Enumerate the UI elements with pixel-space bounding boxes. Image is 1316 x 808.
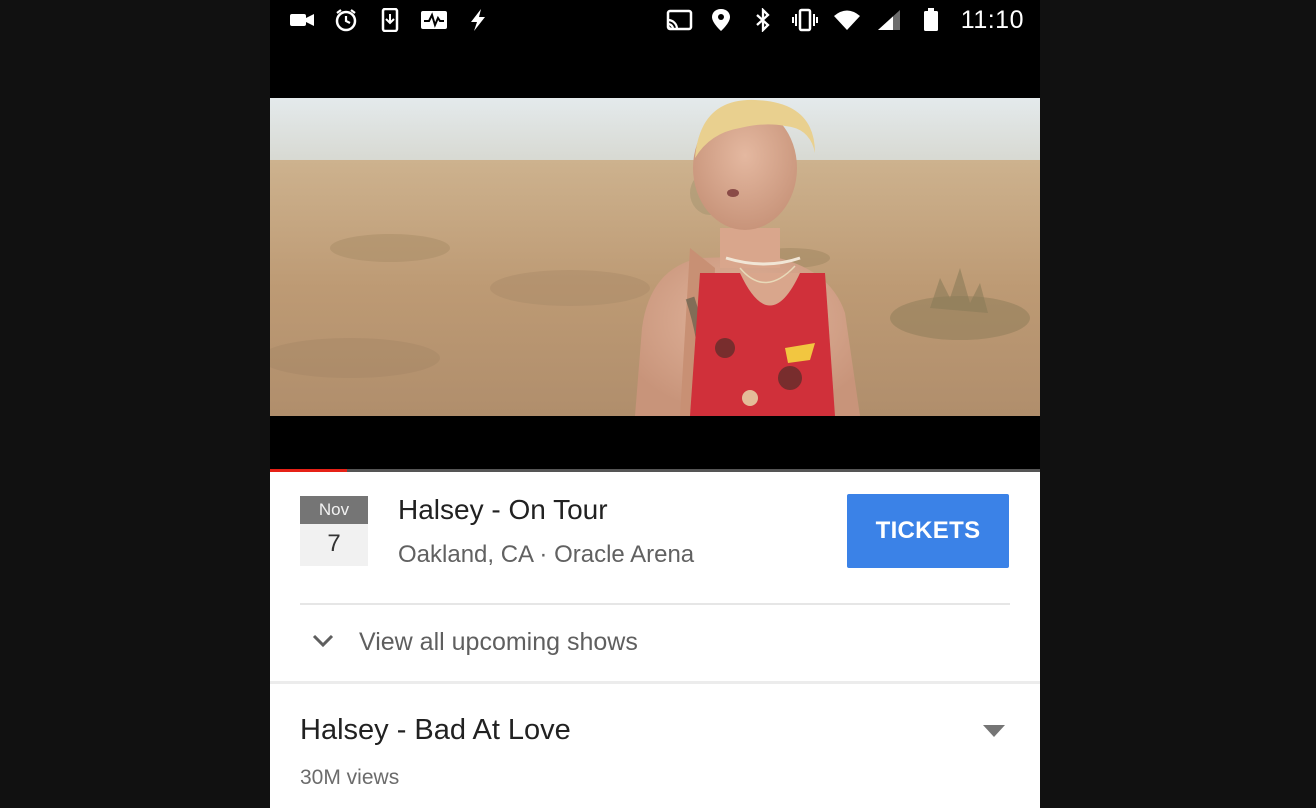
flash-icon	[464, 8, 492, 32]
tour-card: Nov 7 Halsey - On Tour Oakland, CA · Ora…	[270, 472, 1040, 808]
event-date-box: Nov 7	[300, 496, 368, 566]
phone-screen: 11:10 Nov 7 Halsey - On Tour Oakland, CA…	[270, 0, 1040, 808]
status-bar-left	[288, 6, 492, 34]
activity-icon	[420, 8, 448, 32]
vibrate-icon	[791, 8, 819, 32]
videocam-icon	[288, 8, 316, 32]
video-info[interactable]: Halsey - Bad At Love 30M views	[270, 684, 1040, 808]
video-frame[interactable]	[270, 98, 1040, 416]
video-still-image	[270, 98, 1040, 416]
video-title: Halsey - Bad At Love	[300, 714, 571, 746]
event-day: 7	[300, 524, 368, 566]
tickets-button[interactable]: TICKETS	[847, 494, 1009, 568]
video-player[interactable]	[270, 40, 1040, 472]
cast-icon	[665, 8, 693, 32]
battery-icon	[917, 8, 945, 32]
alarm-icon	[332, 8, 360, 32]
location-icon	[707, 8, 735, 32]
bluetooth-icon	[749, 8, 777, 32]
event-title: Halsey - On Tour	[398, 494, 608, 525]
status-time: 11:10	[960, 5, 1024, 34]
signal-icon	[875, 8, 903, 32]
view-upcoming-shows-label: View all upcoming shows	[359, 628, 638, 656]
expand-arrow-icon[interactable]	[982, 724, 1006, 738]
event-row[interactable]: Nov 7 Halsey - On Tour Oakland, CA · Ora…	[270, 472, 1040, 604]
chevron-down-icon	[310, 630, 336, 652]
status-bar: 11:10	[270, 0, 1040, 40]
wifi-icon	[833, 8, 861, 32]
event-month: Nov	[300, 496, 368, 524]
video-views: 30M views	[300, 766, 400, 789]
status-bar-right: 11:10	[665, 6, 1024, 34]
view-upcoming-shows-row[interactable]: View all upcoming shows	[270, 605, 1040, 681]
download-icon	[376, 8, 404, 32]
event-location: Oakland, CA · Oracle Arena	[398, 541, 695, 568]
